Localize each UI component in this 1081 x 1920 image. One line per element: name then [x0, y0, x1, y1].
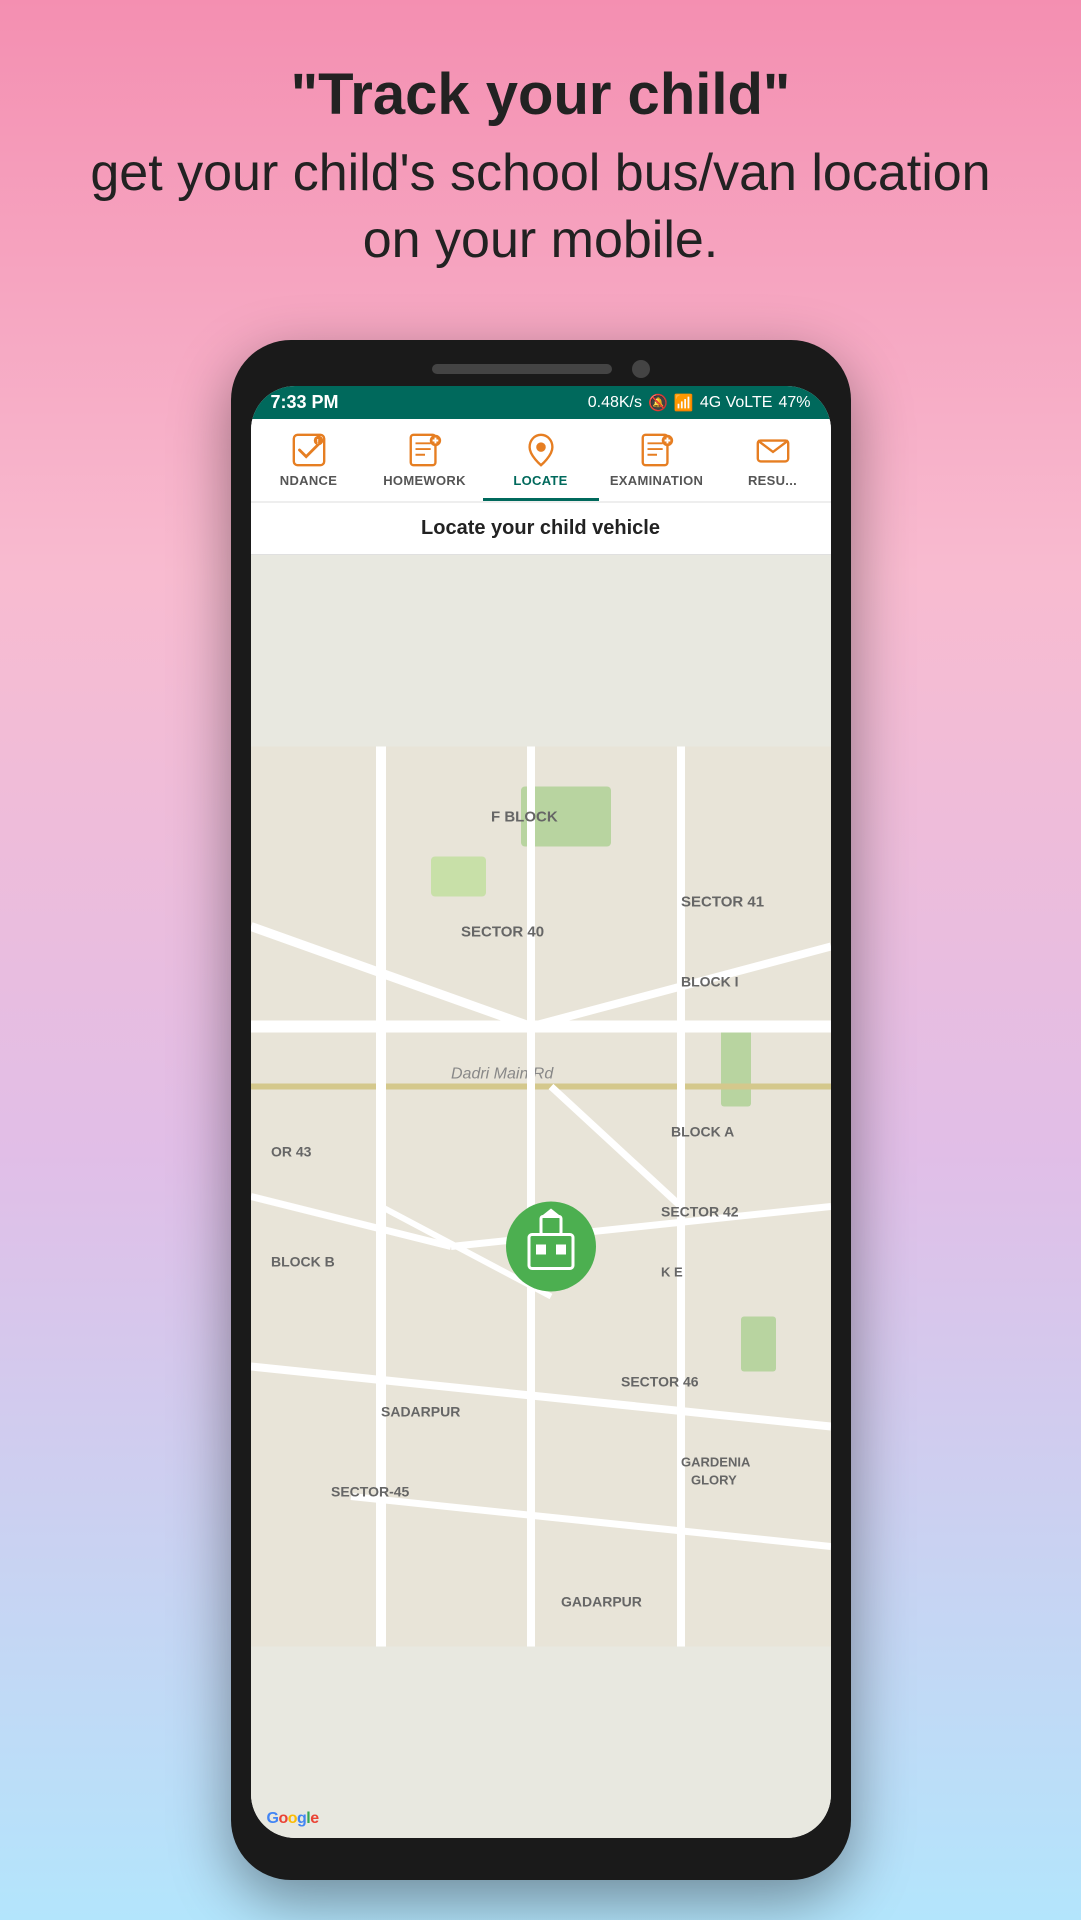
google-branding: Google	[267, 1810, 319, 1828]
result-icon	[754, 431, 792, 469]
phone-notch	[251, 360, 831, 378]
tab-result[interactable]: RESU...	[715, 419, 831, 501]
notch-dot	[632, 360, 650, 378]
promo-text-area: "Track your child" get your child's scho…	[0, 0, 1081, 315]
status-time: 7:33 PM	[271, 392, 339, 413]
svg-text:K E: K E	[661, 1265, 683, 1280]
network-speed: 0.48K/s	[588, 394, 642, 412]
homework-icon	[406, 431, 444, 469]
page-title: Locate your child vehicle	[251, 503, 831, 555]
attendance-tab-label: NDANCE	[280, 473, 337, 488]
signal-text: 4G VoLTE	[700, 394, 773, 412]
examination-tab-label: EXAMINATION	[610, 473, 703, 488]
tab-examination[interactable]: EXAMINATION	[599, 419, 715, 501]
tab-attendance[interactable]: ! NDANCE	[251, 419, 367, 501]
svg-text:BLOCK B: BLOCK B	[271, 1254, 335, 1270]
phone-mockup: 7:33 PM 0.48K/s 🔕 📶 4G VoLTE 47%	[231, 340, 851, 1880]
phone-screen: 7:33 PM 0.48K/s 🔕 📶 4G VoLTE 47%	[251, 386, 831, 1838]
subline: get your child's school bus/van location…	[80, 140, 1001, 275]
mute-icon: 🔕	[648, 393, 668, 413]
svg-text:SADARPUR: SADARPUR	[381, 1404, 460, 1420]
svg-text:SECTOR 41: SECTOR 41	[681, 894, 764, 911]
headline: "Track your child"	[80, 60, 1001, 130]
locate-tab-label: LOCATE	[513, 473, 567, 488]
svg-text:SECTOR 42: SECTOR 42	[661, 1204, 739, 1220]
svg-text:BLOCK A: BLOCK A	[671, 1124, 734, 1140]
svg-text:!: !	[316, 438, 318, 445]
locate-icon	[522, 431, 560, 469]
wifi-icon: 📶	[674, 393, 694, 413]
svg-text:GARDENIA: GARDENIA	[681, 1455, 751, 1470]
notch-bar	[432, 364, 612, 374]
svg-text:SECTOR 46: SECTOR 46	[621, 1374, 699, 1390]
examination-icon	[638, 431, 676, 469]
map-svg: Dadri Main Rd F BLOCK S	[251, 555, 831, 1838]
nav-tabs: ! NDANCE HOMEWORK	[251, 419, 831, 503]
svg-text:GADARPUR: GADARPUR	[561, 1594, 642, 1610]
status-right: 0.48K/s 🔕 📶 4G VoLTE 47%	[588, 393, 811, 413]
svg-text:GLORY: GLORY	[691, 1473, 737, 1488]
tab-homework[interactable]: HOMEWORK	[367, 419, 483, 501]
map-container[interactable]: Dadri Main Rd F BLOCK S	[251, 555, 831, 1838]
svg-text:Dadri Main Rd: Dadri Main Rd	[451, 1066, 554, 1083]
battery-text: 47%	[778, 394, 810, 412]
result-tab-label: RESU...	[748, 473, 797, 488]
svg-text:BLOCK I: BLOCK I	[681, 974, 739, 990]
homework-tab-label: HOMEWORK	[383, 473, 466, 488]
tab-locate[interactable]: LOCATE	[483, 419, 599, 501]
phone-body: 7:33 PM 0.48K/s 🔕 📶 4G VoLTE 47%	[231, 340, 851, 1880]
svg-text:OR 43: OR 43	[271, 1144, 312, 1160]
attendance-icon: !	[290, 431, 328, 469]
svg-text:SECTOR-45: SECTOR-45	[331, 1484, 410, 1500]
svg-text:SECTOR 40: SECTOR 40	[461, 924, 544, 941]
status-bar: 7:33 PM 0.48K/s 🔕 📶 4G VoLTE 47%	[251, 386, 831, 419]
svg-text:F BLOCK: F BLOCK	[491, 809, 558, 826]
